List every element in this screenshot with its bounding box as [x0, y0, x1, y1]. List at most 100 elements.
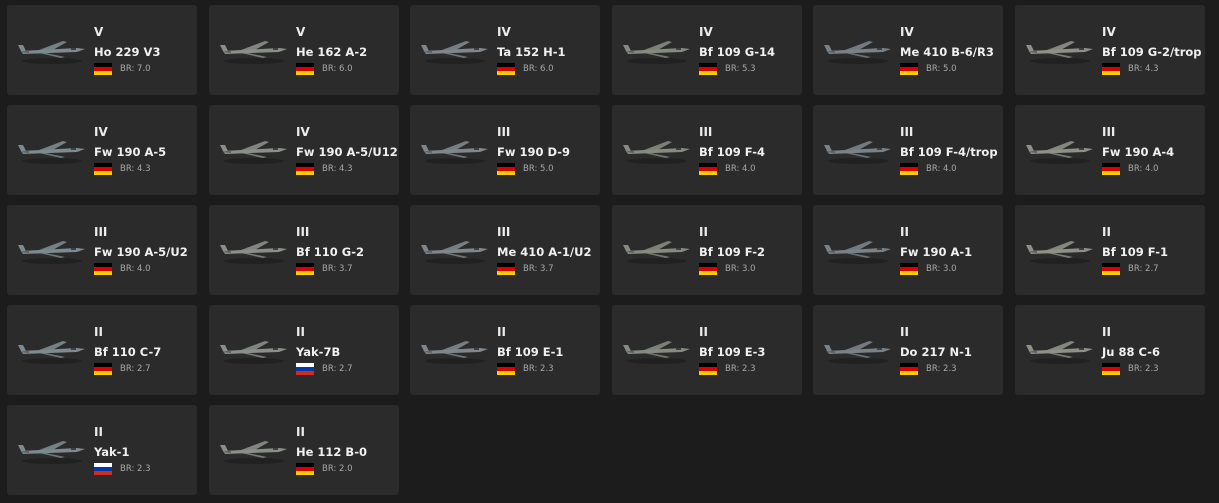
vehicle-card[interactable]: IV Bf 109 G-2/trop BR: 4.3: [1015, 5, 1205, 95]
vehicle-rank: IV: [699, 25, 713, 39]
vehicle-card[interactable]: II Fw 190 A-1 BR: 3.0: [813, 205, 1003, 295]
vehicle-meta: BR: 5.0: [900, 62, 1000, 76]
vehicle-rank: III: [296, 225, 310, 239]
russia-flag-icon: [94, 463, 112, 475]
vehicle-name: Bf 109 F-1: [1102, 245, 1169, 259]
vehicle-card[interactable]: II Bf 110 C-7 BR: 2.7: [7, 305, 197, 395]
germany-flag-icon: [296, 63, 314, 75]
battle-rating: BR: 4.3: [120, 163, 151, 175]
vehicle-info: II Bf 109 E-1 BR: 2.3: [497, 325, 597, 376]
vehicle-info: V He 162 A-2 BR: 6.0: [296, 25, 396, 76]
br-value: 7.0: [137, 64, 151, 74]
vehicle-info: III Me 410 A-1/U2 BR: 3.7: [497, 225, 597, 276]
aircraft-icon: [418, 131, 492, 167]
vehicle-rank: II: [296, 325, 305, 339]
vehicle-card[interactable]: II Bf 109 E-1 BR: 2.3: [410, 305, 600, 395]
vehicle-meta: BR: 2.7: [1102, 262, 1202, 276]
battle-rating: BR: 7.0: [120, 63, 151, 75]
battle-rating: BR: 2.3: [926, 363, 957, 375]
vehicle-rank: II: [94, 425, 103, 439]
vehicle-info: II He 112 B-0 BR: 2.0: [296, 425, 396, 476]
vehicle-meta: BR: 2.3: [497, 362, 597, 376]
vehicle-card[interactable]: II Bf 109 F-1 BR: 2.7: [1015, 205, 1205, 295]
vehicle-card[interactable]: III Bf 109 F-4/trop BR: 4.0: [813, 105, 1003, 195]
vehicle-card[interactable]: II Do 217 N-1 BR: 2.3: [813, 305, 1003, 395]
vehicle-card[interactable]: III Fw 190 A-4 BR: 4.0: [1015, 105, 1205, 195]
vehicle-name: Ho 229 V3: [94, 45, 161, 59]
vehicle-card[interactable]: IV Bf 109 G-14 BR: 5.3: [612, 5, 802, 95]
germany-flag-icon: [94, 163, 112, 175]
vehicle-meta: BR: 5.0: [497, 162, 597, 176]
vehicle-card[interactable]: III Fw 190 A-5/U2 BR: 4.0: [7, 205, 197, 295]
vehicle-info: III Bf 110 G-2 BR: 3.7: [296, 225, 396, 276]
vehicle-card[interactable]: II Ju 88 C-6 BR: 2.3: [1015, 305, 1205, 395]
vehicle-card[interactable]: IV Fw 190 A-5/U12 BR: 4.3: [209, 105, 399, 195]
vehicle-rank: V: [296, 25, 306, 39]
br-value: 2.3: [540, 364, 554, 374]
germany-flag-icon: [497, 263, 515, 275]
germany-flag-icon: [1102, 363, 1120, 375]
vehicle-info: IV Me 410 B-6/R3 BR: 5.0: [900, 25, 1000, 76]
vehicle-name: Bf 109 F-2: [699, 245, 766, 259]
vehicle-name: Bf 110 C-7: [94, 345, 162, 359]
br-value: 4.3: [1145, 64, 1159, 74]
vehicle-card[interactable]: V Ho 229 V3 BR: 7.0: [7, 5, 197, 95]
br-value: 2.0: [339, 464, 353, 474]
vehicle-card[interactable]: III Me 410 A-1/U2 BR: 3.7: [410, 205, 600, 295]
vehicle-name: Yak-7B: [296, 345, 341, 359]
aircraft-icon: [821, 31, 895, 67]
battle-rating: BR: 6.0: [523, 63, 554, 75]
germany-flag-icon: [296, 263, 314, 275]
vehicle-info: V Ho 229 V3 BR: 7.0: [94, 25, 194, 76]
vehicle-card[interactable]: III Fw 190 D-9 BR: 5.0: [410, 105, 600, 195]
vehicle-meta: BR: 2.3: [900, 362, 1000, 376]
vehicle-name: Do 217 N-1: [900, 345, 972, 359]
vehicle-info: II Ju 88 C-6 BR: 2.3: [1102, 325, 1202, 376]
aircraft-icon: [217, 131, 291, 167]
vehicle-rank: II: [1102, 225, 1111, 239]
br-prefix: BR:: [322, 464, 340, 474]
vehicle-meta: BR: 2.3: [699, 362, 799, 376]
br-value: 4.3: [339, 164, 353, 174]
vehicle-meta: BR: 3.7: [296, 262, 396, 276]
vehicle-meta: BR: 4.0: [94, 262, 194, 276]
vehicle-name: He 112 B-0: [296, 445, 367, 459]
vehicle-name: Ta 152 H-1: [497, 45, 566, 59]
vehicle-name: Fw 190 A-5: [94, 145, 167, 159]
vehicle-card[interactable]: II Yak-7B BR: 2.7: [209, 305, 399, 395]
germany-flag-icon: [900, 163, 918, 175]
br-prefix: BR:: [322, 364, 340, 374]
vehicle-card[interactable]: IV Ta 152 H-1 BR: 6.0: [410, 5, 600, 95]
vehicle-info: III Fw 190 D-9 BR: 5.0: [497, 125, 597, 176]
vehicle-meta: BR: 3.0: [699, 262, 799, 276]
vehicle-card[interactable]: II Yak-1 BR: 2.3: [7, 405, 197, 495]
vehicle-card[interactable]: III Bf 109 F-4 BR: 4.0: [612, 105, 802, 195]
br-value: 2.7: [1145, 264, 1159, 274]
vehicle-card[interactable]: II Bf 109 F-2 BR: 3.0: [612, 205, 802, 295]
vehicle-info: IV Bf 109 G-2/trop BR: 4.3: [1102, 25, 1202, 76]
vehicle-meta: BR: 2.3: [1102, 362, 1202, 376]
vehicle-meta: BR: 2.7: [94, 362, 194, 376]
aircraft-icon: [1023, 131, 1097, 167]
vehicle-meta: BR: 4.3: [296, 162, 396, 176]
br-value: 2.3: [742, 364, 756, 374]
vehicle-card[interactable]: III Bf 110 G-2 BR: 3.7: [209, 205, 399, 295]
vehicle-card[interactable]: IV Fw 190 A-5 BR: 4.3: [7, 105, 197, 195]
germany-flag-icon: [94, 363, 112, 375]
vehicle-card[interactable]: IV Me 410 B-6/R3 BR: 5.0: [813, 5, 1003, 95]
br-value: 4.0: [1145, 164, 1159, 174]
vehicle-rank: II: [699, 325, 708, 339]
br-prefix: BR:: [120, 264, 138, 274]
aircraft-icon: [15, 131, 89, 167]
vehicle-info: IV Bf 109 G-14 BR: 5.3: [699, 25, 799, 76]
vehicle-meta: BR: 4.3: [94, 162, 194, 176]
vehicle-card[interactable]: V He 162 A-2 BR: 6.0: [209, 5, 399, 95]
vehicle-card[interactable]: II He 112 B-0 BR: 2.0: [209, 405, 399, 495]
vehicle-card[interactable]: II Bf 109 E-3 BR: 2.3: [612, 305, 802, 395]
vehicle-rank: III: [94, 225, 108, 239]
germany-flag-icon: [94, 263, 112, 275]
br-value: 2.7: [137, 364, 151, 374]
br-value: 3.0: [943, 264, 957, 274]
vehicle-meta: BR: 7.0: [94, 62, 194, 76]
germany-flag-icon: [497, 63, 515, 75]
